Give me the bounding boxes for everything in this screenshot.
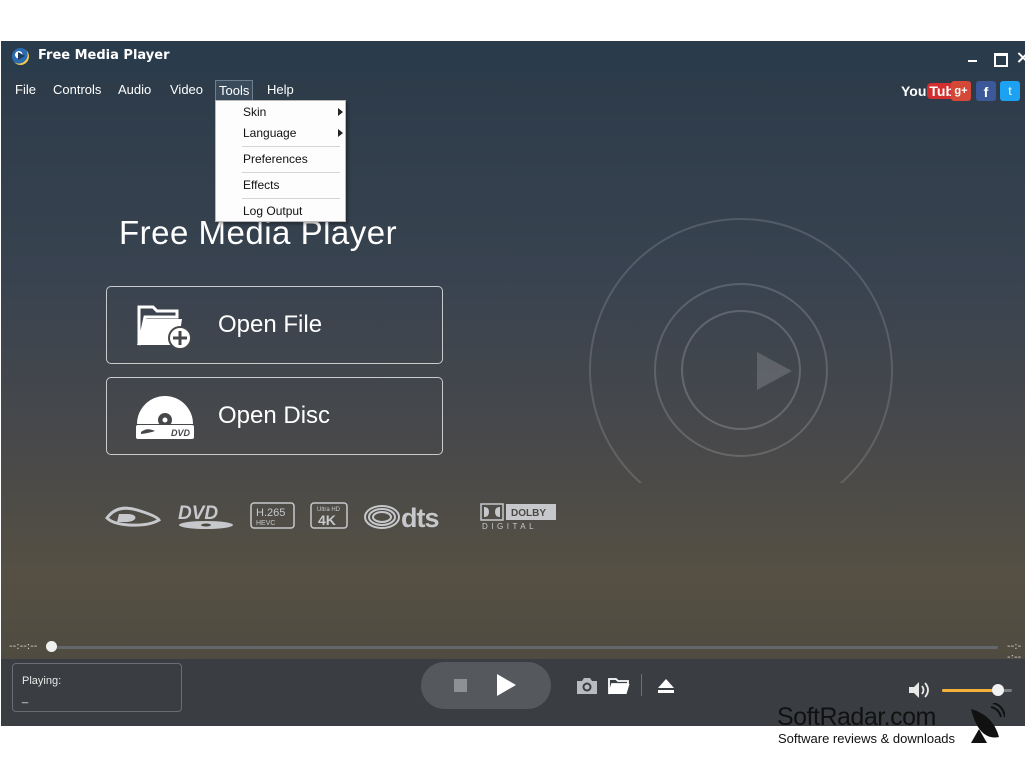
dropdown-separator (242, 198, 340, 199)
maximize-button[interactable] (991, 49, 1008, 67)
watermark-tagline: Software reviews & downloads (778, 731, 956, 746)
dts-logo-icon: dts (364, 503, 440, 530)
dropdown-item-effects[interactable]: Effects (243, 176, 279, 194)
menu-controls[interactable]: Controls (50, 80, 104, 102)
folder-add-icon (137, 305, 192, 350)
dvd-logo-text: DVD (178, 503, 218, 524)
progress-bar[interactable] (47, 646, 998, 649)
volume-icon[interactable] (908, 681, 932, 699)
menu-file[interactable]: File (12, 80, 39, 102)
open-disc-label: Open Disc (218, 402, 331, 429)
dropdown-separator (242, 146, 340, 147)
progress-handle[interactable] (46, 641, 57, 652)
disc-icon: DVD (136, 396, 194, 439)
stop-button[interactable] (454, 679, 467, 692)
dolby-text: DOLBY (511, 508, 546, 519)
ultra-hd-4k-logo-icon: Ultra HD 4K (310, 502, 348, 529)
now-playing-value: _ (22, 692, 29, 704)
twitter-icon[interactable]: t (1000, 81, 1020, 101)
open-disc-button[interactable]: DVD Open Disc (106, 377, 443, 455)
now-playing-label: Playing: (22, 675, 62, 687)
google-plus-icon[interactable]: g+ (951, 81, 971, 101)
watermark-brand: SoftRadar.com (777, 703, 936, 731)
media-player-window: Free Media Player File Controls Audio Vi… (1, 41, 1025, 726)
youtube-icon[interactable]: You Tube (901, 81, 964, 101)
disc-dvd-mark: DVD (171, 428, 191, 438)
dropdown-item-language[interactable]: Language (243, 124, 343, 142)
youtube-you-text: You (901, 83, 927, 99)
window-title: Free Media Player (38, 48, 170, 63)
volume-handle[interactable] (992, 684, 1004, 696)
dropdown-item-label: Skin (243, 105, 267, 119)
dropdown-item-log-output[interactable]: Log Output (243, 202, 302, 220)
app-logo-icon (12, 48, 29, 65)
now-playing-box: Playing: _ (12, 663, 182, 712)
menu-help[interactable]: Help (264, 80, 297, 102)
h265-hevc-logo-icon: H.265 HEVC (250, 502, 295, 529)
dvd-logo-icon: DVD (178, 503, 233, 529)
dropdown-item-skin[interactable]: Skin (243, 103, 343, 121)
bluray-logo-icon (105, 506, 161, 527)
tools-dropdown-menu: Skin Language Preferences Effects Log Ou… (215, 100, 346, 222)
4k-text: 4K (318, 512, 336, 528)
menu-video[interactable]: Video (167, 80, 206, 102)
dropdown-separator (242, 172, 340, 173)
control-divider (641, 674, 642, 696)
open-file-button[interactable]: Open File (106, 286, 443, 364)
title-bar: Free Media Player (1, 41, 1025, 73)
watermark: SoftRadar.com Software reviews & downloa… (777, 703, 1017, 749)
submenu-arrow-icon (338, 108, 343, 116)
folder-icon[interactable] (608, 677, 630, 695)
eject-icon[interactable] (657, 677, 675, 695)
hevc-text: HEVC (256, 520, 275, 527)
volume-level (942, 689, 998, 692)
play-button[interactable] (497, 674, 516, 696)
dolby-digital-logo-icon: DOLBY DIGITAL (480, 503, 556, 530)
dropdown-item-label: Language (243, 126, 297, 140)
dts-text: dts (401, 503, 439, 530)
facebook-icon[interactable]: f (976, 81, 996, 101)
time-elapsed: --:--:-- (9, 641, 38, 652)
menu-tools[interactable]: Tools (215, 80, 254, 102)
menu-audio[interactable]: Audio (115, 80, 154, 102)
open-file-label: Open File (218, 311, 323, 338)
h265-text: H.265 (256, 507, 285, 519)
transport-controls (421, 662, 551, 709)
satellite-dish-icon (971, 703, 1005, 743)
dropdown-item-preferences[interactable]: Preferences (243, 150, 308, 168)
digital-text: DIGITAL (482, 522, 537, 530)
close-button[interactable] (1017, 49, 1025, 65)
play-disc-graphic (589, 218, 893, 483)
minimize-button[interactable] (965, 49, 981, 65)
camera-icon[interactable] (576, 677, 598, 695)
submenu-arrow-icon (338, 129, 343, 137)
menu-bar: File Controls Audio Video Tools Help (1, 77, 1025, 103)
